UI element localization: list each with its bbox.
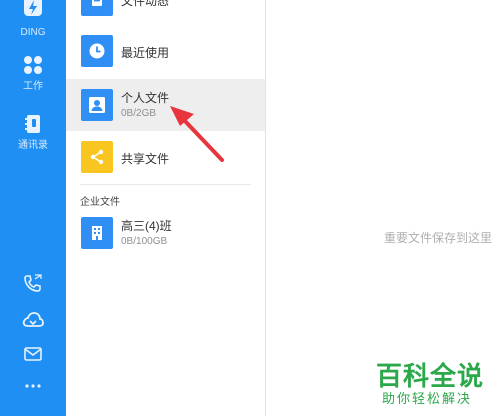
rail-more[interactable] <box>0 381 66 391</box>
file-row-class[interactable]: 高三(4)班 0B/100GB <box>66 207 265 259</box>
class-tile <box>81 217 113 249</box>
person-icon <box>89 97 105 113</box>
work-grid-icon <box>24 56 42 74</box>
file-row-shared[interactable]: 共享文件 <box>66 131 265 183</box>
file-dynamics-tile <box>81 0 113 16</box>
rail-label-ding: DING <box>20 27 46 38</box>
left-rail: DING 工作 通讯录 <box>0 0 66 416</box>
file-dynamics-label: 文件动态 <box>121 0 170 8</box>
file-row-dynamics[interactable]: 文件动态 <box>66 0 265 26</box>
rail-item-ding[interactable]: DING <box>0 0 66 38</box>
mail-icon <box>24 347 42 361</box>
rail-mail[interactable] <box>0 346 66 362</box>
document-icon <box>92 0 102 6</box>
rail-phone[interactable] <box>0 273 66 293</box>
file-row-personal[interactable]: 个人文件 0B/2GB <box>66 79 265 131</box>
file-category-panel: 文件动态 最近使用 个人文件 0B/2GB 共享文件 企业文件 高三(4)班 0… <box>66 0 266 416</box>
recent-label: 最近使用 <box>121 46 170 60</box>
personal-tile <box>81 89 113 121</box>
empty-state-hint: 重要文件保存到这里 <box>384 231 493 245</box>
shared-tile <box>81 141 113 173</box>
rail-item-contacts[interactable]: 通讯录 <box>0 114 66 151</box>
more-dots-icon <box>25 384 41 388</box>
rail-item-work[interactable]: 工作 <box>0 55 66 92</box>
contacts-book-icon <box>25 115 40 133</box>
ding-bolt-icon <box>24 0 42 16</box>
cloud-icon <box>22 312 44 327</box>
rail-cloud[interactable] <box>0 310 66 330</box>
recent-tile <box>81 35 113 67</box>
enterprise-section-title: 企业文件 <box>80 197 120 208</box>
shared-label: 共享文件 <box>121 152 170 166</box>
main-content: 重要文件保存到这里 <box>266 0 500 416</box>
watermark-subtitle: 助你轻松解决 <box>382 392 473 407</box>
section-divider <box>80 184 251 185</box>
personal-size: 0B/2GB <box>121 108 157 119</box>
clock-icon <box>89 43 105 59</box>
share-icon <box>90 149 104 165</box>
annotation-arrow-icon <box>170 106 224 162</box>
building-icon <box>92 226 102 240</box>
personal-label: 个人文件 <box>121 91 170 105</box>
rail-label-work: 工作 <box>23 81 43 92</box>
class-label: 高三(4)班 <box>121 219 172 233</box>
phone-icon <box>24 274 42 292</box>
file-row-recent[interactable]: 最近使用 <box>66 25 265 77</box>
rail-label-contacts: 通讯录 <box>18 140 48 151</box>
class-size: 0B/100GB <box>121 236 168 247</box>
